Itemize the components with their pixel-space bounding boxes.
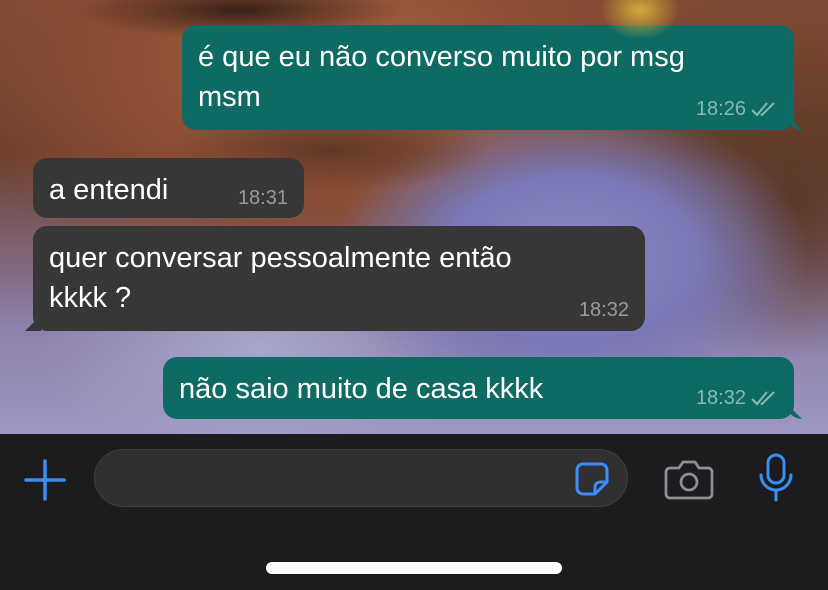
chat-area[interactable]: é que eu não converso muito por msg msm … [0,0,828,434]
camera-icon[interactable] [664,458,714,500]
home-indicator [266,562,562,574]
message-time: 18:32 [695,387,746,409]
sticker-icon[interactable] [574,461,610,497]
double-check-icon [751,102,775,117]
message-text: não saio muito de casa kkkk [179,373,544,405]
message-meta: 18:31 [238,186,288,210]
double-check-icon [751,391,775,406]
message-meta: 18:26 [696,97,778,121]
message-bubble-outgoing[interactable]: não saio muito de casa kkkk 18:32 [163,357,794,419]
message-input[interactable] [94,449,628,507]
message-time: 18:31 [237,187,288,209]
message-bubble-outgoing[interactable]: é que eu não converso muito por msg msm … [182,25,794,130]
message-text: é que eu não converso muito por msg msm [198,41,685,113]
message-meta: 18:32 [696,386,778,410]
message-bubble-incoming[interactable]: a entendi 18:31 [33,158,304,218]
microphone-icon[interactable] [756,453,796,503]
message-text: quer conversar pessoalmente então kkkk ? [49,242,512,314]
message-meta: 18:32 [579,298,629,322]
plus-icon[interactable] [22,457,68,503]
message-time: 18:26 [695,98,746,120]
message-bubble-incoming[interactable]: quer conversar pessoalmente então kkkk ?… [33,226,645,331]
message-time: 18:32 [578,299,629,321]
